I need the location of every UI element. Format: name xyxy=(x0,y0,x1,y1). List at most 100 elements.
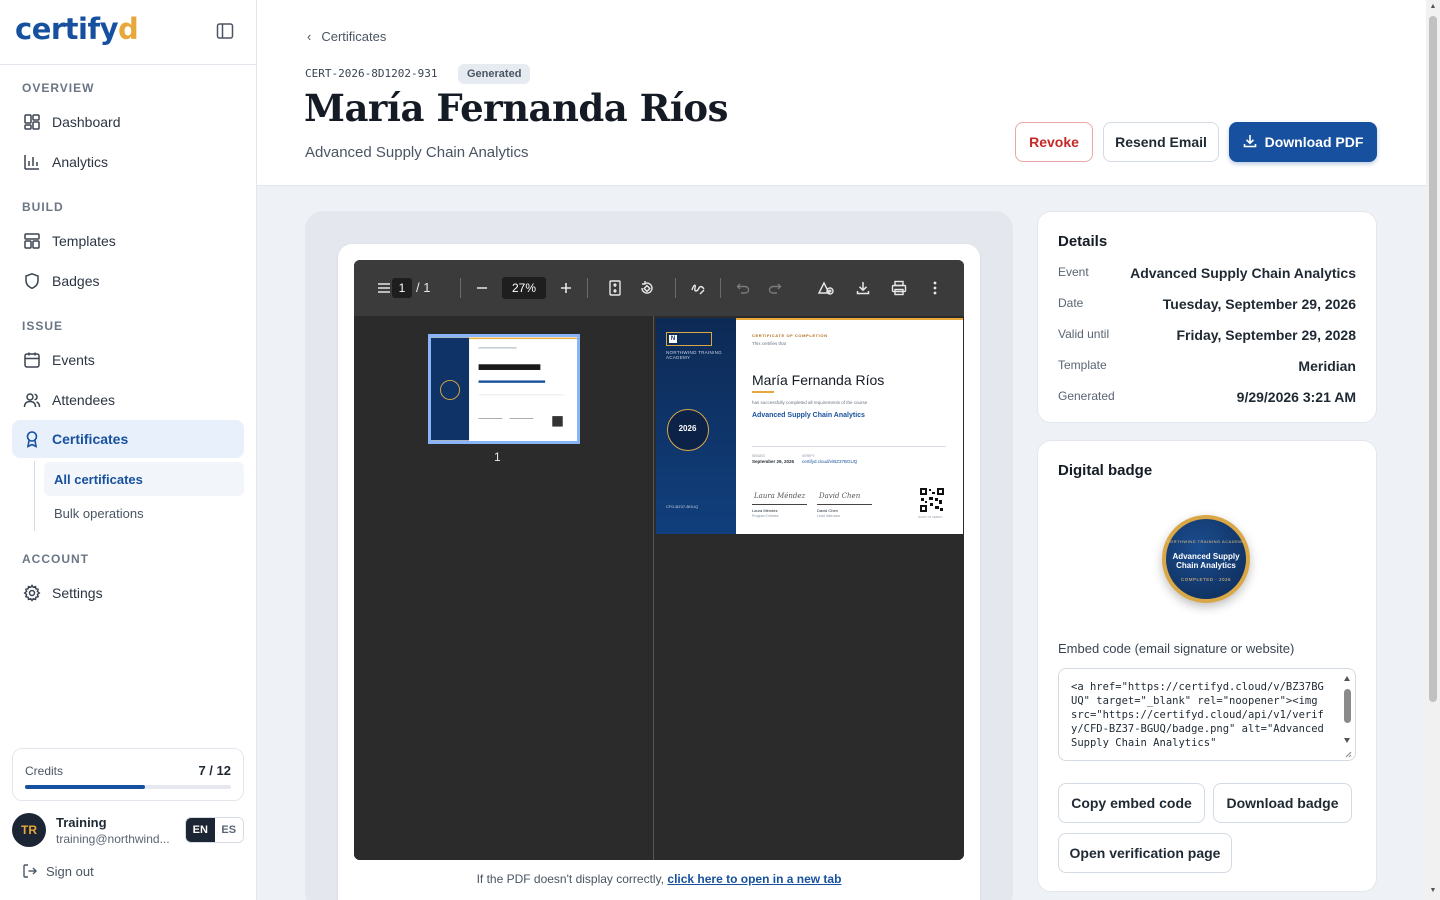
signature-1-role: Program Director xyxy=(752,514,779,518)
sidebar-item-settings[interactable]: Settings xyxy=(12,574,244,612)
sidebar-item-certificates[interactable]: Certificates xyxy=(12,420,244,458)
sidebar-item-dashboard[interactable]: Dashboard xyxy=(12,103,244,141)
credits-panel: Credits 7 / 12 xyxy=(12,748,244,801)
avatar[interactable]: TR xyxy=(12,813,46,847)
credits-value: 7 / 12 xyxy=(198,763,231,778)
scroll-down-arrow-icon[interactable]: ▼ xyxy=(1429,887,1437,894)
sidebar-item-templates[interactable]: Templates xyxy=(12,222,244,260)
page-title: María Fernanda Ríos xyxy=(304,86,728,130)
open-new-tab-link[interactable]: click here to open in a new tab xyxy=(667,872,841,886)
signature-2-line xyxy=(817,504,872,505)
chevron-left-icon: ‹ xyxy=(307,29,312,44)
details-card: Details Event Advanced Supply Chain Anal… xyxy=(1037,211,1377,423)
signature-2-name: David Chen xyxy=(817,508,838,513)
logo[interactable]: certifyd xyxy=(15,12,139,46)
seal-year: 2026 xyxy=(678,424,697,433)
download-icon[interactable] xyxy=(853,278,873,298)
badge-face: NORTHWIND TRAINING ACADEMY Advanced Supp… xyxy=(1166,519,1246,599)
sign-out-label: Sign out xyxy=(46,863,94,879)
revoke-button[interactable]: Revoke xyxy=(1015,122,1093,162)
sidebar-toggle-icon[interactable] xyxy=(216,22,236,42)
pdf-toolbar: 1 / 1 27% xyxy=(354,260,964,316)
submenu-line xyxy=(34,461,35,531)
nav-section-overview: OVERVIEW xyxy=(22,81,95,95)
credits-progress-fill xyxy=(25,785,146,789)
sidebar-item-label: Attendees xyxy=(52,392,116,408)
more-icon[interactable] xyxy=(925,278,945,298)
detail-label-date: Date xyxy=(1058,296,1084,310)
credits-label: Credits xyxy=(25,764,64,778)
detail-label-event: Event xyxy=(1058,265,1089,279)
embed-code-textarea[interactable]: <a href="https://certifyd.cloud/v/BZ37BG… xyxy=(1058,668,1356,761)
embed-scroll-thumb[interactable] xyxy=(1344,689,1351,723)
page-scroll-thumb[interactable] xyxy=(1429,16,1437,702)
scroll-up-arrow-icon[interactable]: ▲ xyxy=(1429,3,1437,10)
redo-icon[interactable] xyxy=(765,278,785,298)
completed-text: has successfully completed all requireme… xyxy=(752,400,868,405)
digital-badge-card: Digital badge xyxy=(1037,440,1377,892)
status-badge: Generated xyxy=(458,64,531,84)
verify-url: certifyd.cloud/v/BZ37BGUQ xyxy=(802,459,858,464)
zoom-in-icon[interactable] xyxy=(556,278,576,298)
lang-en-button[interactable]: EN xyxy=(186,818,215,842)
download-pdf-button[interactable]: Download PDF xyxy=(1229,122,1377,162)
signature-1-line xyxy=(752,504,807,505)
sidebar-item-attendees[interactable]: Attendees xyxy=(12,381,244,419)
annotate-icon[interactable] xyxy=(816,278,836,298)
page-thumbnail[interactable] xyxy=(428,334,580,444)
signature-1-name: Laura Méndez xyxy=(752,508,778,513)
breadcrumb[interactable]: ‹ Certificates xyxy=(307,29,386,44)
download-icon xyxy=(1243,134,1257,151)
fit-page-icon[interactable] xyxy=(605,278,625,298)
nav-section-build: BUILD xyxy=(22,200,64,214)
rotate-icon[interactable] xyxy=(637,278,657,298)
sidebar-item-analytics[interactable]: Analytics xyxy=(12,143,244,181)
page-number-input[interactable]: 1 xyxy=(392,278,412,298)
badge-bottom-text: COMPLETED · 2026 xyxy=(1180,577,1231,582)
detail-value-generated: 9/29/2026 3:21 AM xyxy=(1236,389,1356,405)
page-scrollbar[interactable]: ▲ ▼ xyxy=(1426,0,1440,900)
logout-icon xyxy=(22,863,38,879)
badge-top-text: NORTHWIND TRAINING ACADEMY xyxy=(1166,539,1246,544)
resend-email-button[interactable]: Resend Email xyxy=(1103,122,1219,162)
shield-icon xyxy=(22,271,42,291)
sidebar-subitem-bulk-operations[interactable]: Bulk operations xyxy=(44,496,244,530)
sidebar-item-label: Analytics xyxy=(52,154,109,170)
digital-badge-title: Digital badge xyxy=(1058,462,1153,479)
dashboard-icon xyxy=(22,112,42,132)
pdf-viewer[interactable]: 1 / 1 27% 1 N NORTHWIND TRAINING ACADEMY… xyxy=(354,260,964,860)
academy-logo-icon: N xyxy=(669,335,677,343)
sidebar-item-badges[interactable]: Badges xyxy=(12,262,244,300)
award-icon xyxy=(22,429,42,449)
breadcrumb-link[interactable]: Certificates xyxy=(321,29,386,44)
sign-out-link[interactable]: Sign out xyxy=(22,863,94,879)
toolbar-divider xyxy=(720,278,721,298)
zoom-out-icon[interactable] xyxy=(472,278,492,298)
sidebar-item-events[interactable]: Events xyxy=(12,341,244,379)
sidebar-item-label: Certificates xyxy=(52,431,129,447)
download-badge-button[interactable]: Download badge xyxy=(1213,783,1352,823)
certificate-accent-bar xyxy=(736,318,963,320)
signature-2-image: David Chen xyxy=(819,492,861,500)
sidebar-subitem-all-certificates[interactable]: All certificates xyxy=(44,462,244,496)
open-verification-page-button[interactable]: Open verification page xyxy=(1058,833,1232,873)
undo-icon[interactable] xyxy=(733,278,753,298)
zoom-input[interactable]: 27% xyxy=(502,277,546,299)
signature-2-role: Lead Instructor xyxy=(817,514,841,518)
copy-embed-code-button[interactable]: Copy embed code xyxy=(1058,783,1205,823)
lang-es-button[interactable]: ES xyxy=(214,818,243,842)
language-switcher: EN ES xyxy=(185,817,244,843)
menu-icon[interactable] xyxy=(374,278,394,298)
detail-label-template: Template xyxy=(1058,358,1107,372)
signature-1-image: Laura Méndez xyxy=(754,492,806,500)
detail-value-date: Tuesday, September 29, 2026 xyxy=(1162,296,1356,312)
nav-section-issue: ISSUE xyxy=(22,319,64,333)
print-icon[interactable] xyxy=(889,278,909,298)
detail-value-template: Meridian xyxy=(1298,358,1356,374)
draw-icon[interactable] xyxy=(688,278,708,298)
pdf-fallback-text: If the PDF doesn't display correctly, xyxy=(476,872,665,886)
name-underline xyxy=(752,391,774,393)
embed-scrollbar[interactable] xyxy=(1342,673,1352,758)
logo-row: certifyd xyxy=(0,0,256,65)
digital-badge-image: NORTHWIND TRAINING ACADEMY Advanced Supp… xyxy=(1162,515,1250,603)
